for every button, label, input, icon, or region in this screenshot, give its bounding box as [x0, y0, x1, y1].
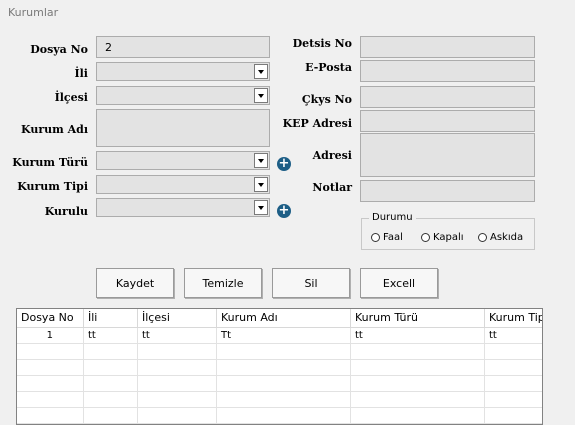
empty-grid-cell	[351, 392, 485, 408]
empty-grid-cell	[17, 344, 84, 360]
il-combobox[interactable]	[96, 62, 270, 81]
kurum-adi-field[interactable]	[96, 109, 270, 147]
ilce-combobox[interactable]	[96, 86, 270, 105]
empty-grid-cell	[84, 344, 138, 360]
column-header-dosya-no[interactable]: Dosya No	[17, 309, 84, 328]
empty-grid-cell	[217, 408, 351, 424]
dosya-no-label: Dosya No	[30, 43, 88, 56]
kurulu-combobox[interactable]	[96, 198, 270, 217]
kurum-adi-label: Kurum Adı	[21, 123, 88, 136]
empty-grid-cell	[138, 360, 217, 376]
dosya-no-field[interactable]: 2	[96, 36, 270, 58]
column-header-il[interactable]: İli	[84, 309, 138, 328]
kurum-tipi-combobox[interactable]	[96, 175, 270, 194]
radio-circle-icon	[478, 233, 487, 242]
eposta-label: E-Posta	[305, 61, 352, 74]
empty-grid-cell	[84, 360, 138, 376]
radio-circle-icon	[421, 233, 430, 242]
eposta-field[interactable]	[360, 60, 535, 82]
column-header-kurum-tipi[interactable]: Kurum Tipi	[485, 309, 542, 328]
radio-circle-icon	[371, 233, 380, 242]
empty-grid-cell	[17, 392, 84, 408]
chevron-down-icon[interactable]	[254, 88, 268, 103]
notlar-label: Notlar	[312, 181, 352, 194]
ilce-label: İlçesi	[54, 91, 88, 104]
window-title: Kurumlar	[8, 6, 59, 19]
table-cell-ilce[interactable]: tt	[138, 328, 217, 344]
empty-grid-cell	[217, 376, 351, 392]
empty-grid-cell	[84, 408, 138, 424]
empty-grid-cell	[351, 360, 485, 376]
empty-grid-cell	[485, 392, 542, 408]
empty-grid-cell	[138, 376, 217, 392]
radio-kapali-label: Kapalı	[433, 232, 464, 243]
kurulu-label: Kurulu	[44, 205, 88, 218]
table-cell-dosya-no[interactable]: 1	[17, 328, 84, 344]
cky-no-field[interactable]	[360, 86, 535, 108]
chevron-down-icon[interactable]	[254, 153, 268, 168]
adresi-field[interactable]	[360, 133, 535, 177]
kurum-tipi-label: Kurum Tipi	[17, 180, 88, 193]
dosya-no-value: 2	[105, 41, 112, 54]
il-label: İli	[74, 67, 88, 80]
kurumlar-grid[interactable]: Dosya No İli İlçesi Kurum Adı Kurum Türü…	[16, 308, 543, 425]
radio-faal-label: Faal	[383, 232, 403, 243]
radio-askida-label: Askıda	[490, 232, 524, 243]
empty-grid-cell	[217, 360, 351, 376]
empty-grid-cell	[217, 344, 351, 360]
kurum-turu-combobox[interactable]	[96, 151, 270, 170]
cky-no-label: Çkys No	[301, 93, 352, 106]
empty-grid-cell	[217, 392, 351, 408]
durumu-title: Durumu	[369, 212, 416, 223]
column-header-kurum-adi[interactable]: Kurum Adı	[217, 309, 351, 328]
empty-grid-cell	[485, 360, 542, 376]
table-cell-kurum-turu[interactable]: tt	[351, 328, 485, 344]
radio-askida[interactable]: Askıda	[478, 232, 523, 243]
empty-grid-cell	[351, 408, 485, 424]
add-kurulu-plus-icon[interactable]: +	[277, 204, 291, 218]
adresi-label: Adresi	[312, 149, 352, 162]
radio-kapali[interactable]: Kapalı	[421, 232, 464, 243]
excell-button[interactable]: Excell	[360, 268, 438, 298]
table-cell-kurum-tipi[interactable]: tt	[485, 328, 542, 344]
temizle-button[interactable]: Temizle	[184, 268, 262, 298]
empty-grid-cell	[84, 376, 138, 392]
table-cell-kurum-adi[interactable]: Tt	[217, 328, 351, 344]
empty-grid-cell	[138, 392, 217, 408]
column-header-kurum-turu[interactable]: Kurum Türü	[351, 309, 485, 328]
empty-grid-cell	[485, 344, 542, 360]
detsis-no-field[interactable]	[360, 36, 535, 58]
empty-grid-cell	[17, 360, 84, 376]
empty-grid-cell	[351, 376, 485, 392]
chevron-down-icon[interactable]	[254, 64, 268, 79]
chevron-down-icon[interactable]	[254, 177, 268, 192]
empty-grid-cell	[485, 376, 542, 392]
column-header-ilce[interactable]: İlçesi	[138, 309, 217, 328]
empty-grid-cell	[17, 408, 84, 424]
radio-faal[interactable]: Faal	[371, 232, 403, 243]
empty-grid-cell	[485, 408, 542, 424]
sil-button[interactable]: Sil	[272, 268, 350, 298]
table-cell-il[interactable]: tt	[84, 328, 138, 344]
kep-adresi-label: KEP Adresi	[282, 117, 352, 130]
empty-grid-cell	[84, 392, 138, 408]
kep-adresi-field[interactable]	[360, 110, 535, 132]
kurum-turu-label: Kurum Türü	[12, 156, 88, 169]
empty-grid-cell	[351, 344, 485, 360]
empty-grid-cell	[138, 408, 217, 424]
chevron-down-icon[interactable]	[254, 200, 268, 215]
detsis-no-label: Detsis No	[292, 37, 352, 50]
empty-grid-cell	[17, 376, 84, 392]
kaydet-button[interactable]: Kaydet	[96, 268, 174, 298]
empty-grid-cell	[138, 344, 217, 360]
notlar-field[interactable]	[360, 180, 535, 202]
